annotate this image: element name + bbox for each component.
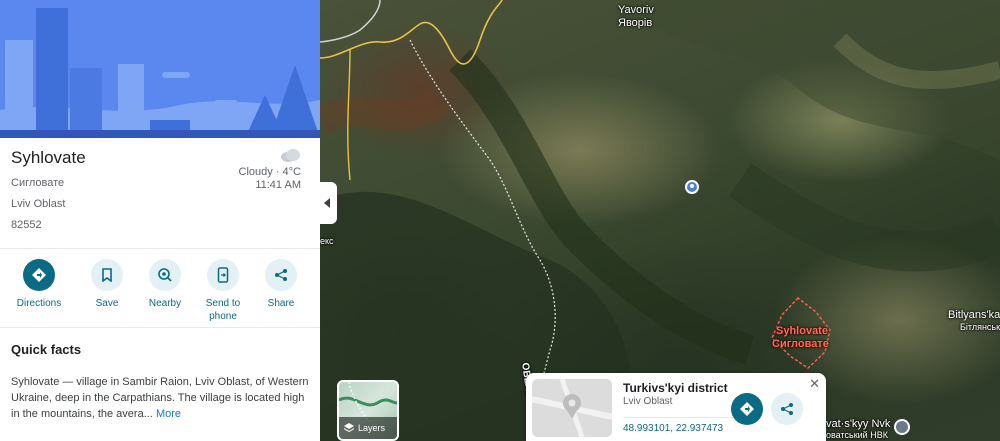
save-label: Save xyxy=(95,298,119,309)
map-label-partial: екс xyxy=(320,236,334,246)
share-icon xyxy=(265,259,297,291)
card-divider xyxy=(623,417,743,418)
map-label-yavoriv[interactable]: Yavoriv xyxy=(618,4,654,16)
map-label-bitlyanska[interactable]: Bitlyans'ka xyxy=(948,309,1000,321)
place-postal-code: 82552 xyxy=(11,219,42,231)
card-coordinates[interactable]: 48.993101, 22.937473 xyxy=(623,423,723,434)
layers-icon xyxy=(344,423,354,433)
send-to-phone-label: Send to phone xyxy=(205,298,241,322)
chevron-left-icon xyxy=(324,198,330,208)
map-label-bitlyanska-ua: Бітлянськ xyxy=(960,322,1000,332)
map-label-nvk-ua: оватський НВК xyxy=(826,430,888,440)
map-label-yavoriv-ua: Яворів xyxy=(618,17,653,29)
more-link[interactable]: More xyxy=(156,408,181,420)
weather-widget: Cloudy · 4°C 11:41 AM xyxy=(239,148,301,192)
quick-facts-title: Quick facts xyxy=(11,342,82,357)
weather-time: 11:41 AM xyxy=(255,179,301,191)
weather-summary: Cloudy · 4°C xyxy=(238,166,301,178)
share-icon xyxy=(781,403,793,415)
nearby-icon xyxy=(149,259,181,291)
place-region: Lviv Oblast xyxy=(11,198,66,210)
layers-thumbnail xyxy=(339,382,397,422)
quick-facts-text: Syhlovate — village in Sambir Raion, Lvi… xyxy=(0,357,320,422)
directions-icon xyxy=(23,259,55,291)
directions-label: Directions xyxy=(16,298,62,309)
location-thumbnail[interactable] xyxy=(532,379,612,437)
location-info-card[interactable]: Turkivs'kyi district Lviv Oblast 48.9931… xyxy=(526,373,826,441)
layers-label-bar: Layers xyxy=(339,417,397,439)
map-label-nvk[interactable]: vat·s'kyy Nvk xyxy=(826,418,890,430)
save-button[interactable]: Save xyxy=(78,259,136,327)
directions-icon xyxy=(740,402,754,416)
map-label-syhlovate[interactable]: Syhlovate xyxy=(776,325,828,337)
cloud-icon xyxy=(281,149,300,162)
map-label-syhlovate-ua: Сигловате xyxy=(772,338,829,350)
share-label: Share xyxy=(267,298,295,309)
send-to-phone-icon xyxy=(207,259,239,291)
place-panel: Syhlovate Сигловате Lviv Oblast 82552 Cl… xyxy=(0,0,320,441)
share-button[interactable]: Share xyxy=(252,259,310,327)
send-to-phone-button[interactable]: Send to phone xyxy=(194,259,252,327)
card-title: Turkivs'kyi district xyxy=(623,381,728,395)
city-illustration xyxy=(0,0,320,138)
bookmark-icon xyxy=(91,259,123,291)
card-subtitle: Lviv Oblast xyxy=(623,396,673,407)
layers-button[interactable]: Layers xyxy=(337,380,399,441)
directions-button[interactable]: Directions xyxy=(0,259,78,327)
map-pin-thumbnail-icon xyxy=(532,379,612,437)
card-share-button[interactable] xyxy=(771,393,803,425)
card-directions-button[interactable] xyxy=(731,393,763,425)
nearby-button[interactable]: Nearby xyxy=(136,259,194,327)
hero-illustration xyxy=(0,0,320,138)
action-bar: Directions Save Nearby Send to phone Sha… xyxy=(0,248,320,328)
close-icon[interactable]: ✕ xyxy=(809,376,820,392)
nearby-label: Nearby xyxy=(148,298,182,309)
collapse-panel-button[interactable] xyxy=(319,182,337,224)
layers-label: Layers xyxy=(358,423,386,433)
place-header: Syhlovate Сигловате Lviv Oblast 82552 Cl… xyxy=(0,138,320,248)
